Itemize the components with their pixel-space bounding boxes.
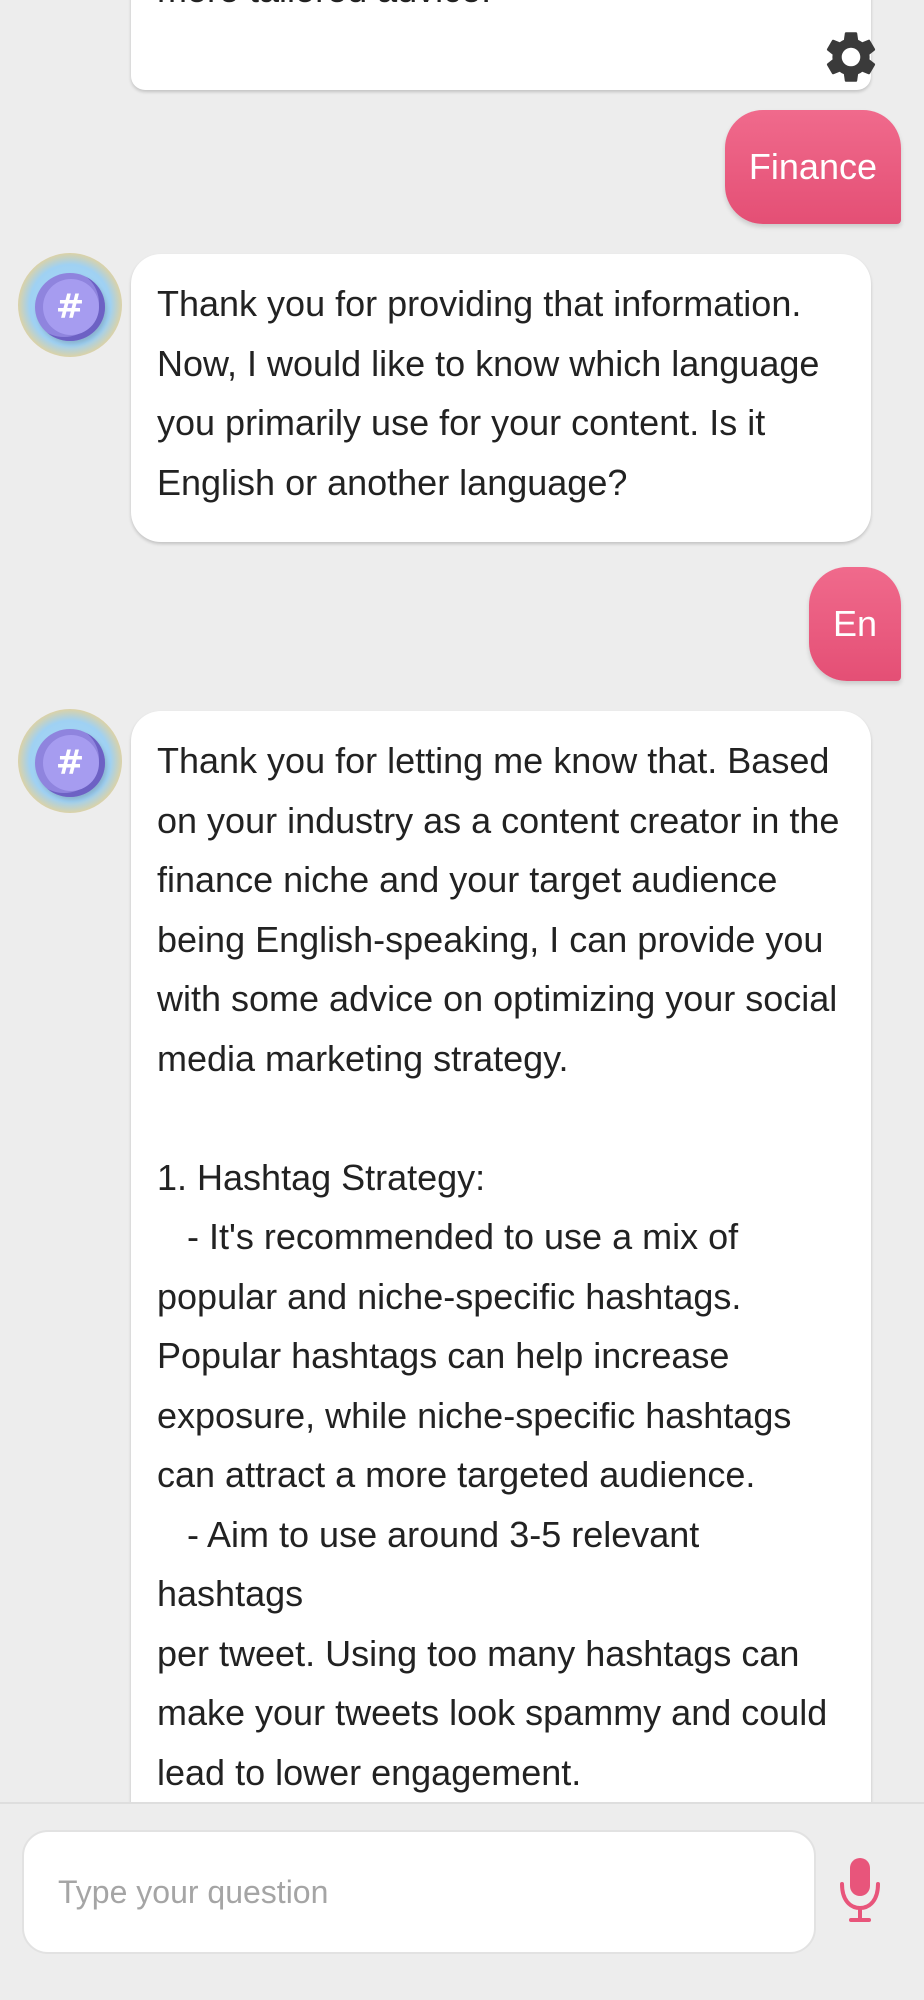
microphone-button[interactable] xyxy=(838,1856,882,1926)
hashtag-coin-icon: # xyxy=(35,729,105,797)
composer-bar xyxy=(0,1802,924,2000)
hashtag-coin-icon: # xyxy=(35,273,105,341)
bot-avatar: # xyxy=(18,253,122,357)
bot-message-text: Thank you for providing that information… xyxy=(157,283,820,503)
bot-avatar: # xyxy=(18,709,122,813)
bot-message-bubble: more tailored advice. xyxy=(131,0,871,90)
bot-message-text: Thank you for letting me know that. Base… xyxy=(157,740,840,1793)
gear-icon xyxy=(826,32,876,82)
bot-message-text: more tailored advice. xyxy=(157,0,491,20)
chat-conversation[interactable]: more tailored advice. Finance # Thank yo… xyxy=(0,0,924,1802)
settings-button[interactable] xyxy=(820,26,882,88)
bot-message-bubble: Thank you for letting me know that. Base… xyxy=(131,711,871,1802)
avatar-symbol: # xyxy=(55,287,85,327)
microphone-icon xyxy=(840,1858,880,1922)
question-input[interactable] xyxy=(22,1830,816,1954)
user-message-bubble: Finance xyxy=(724,110,901,224)
user-message-bubble: En xyxy=(808,567,901,681)
avatar-symbol: # xyxy=(55,743,85,783)
bot-message-bubble: Thank you for providing that information… xyxy=(131,254,871,542)
